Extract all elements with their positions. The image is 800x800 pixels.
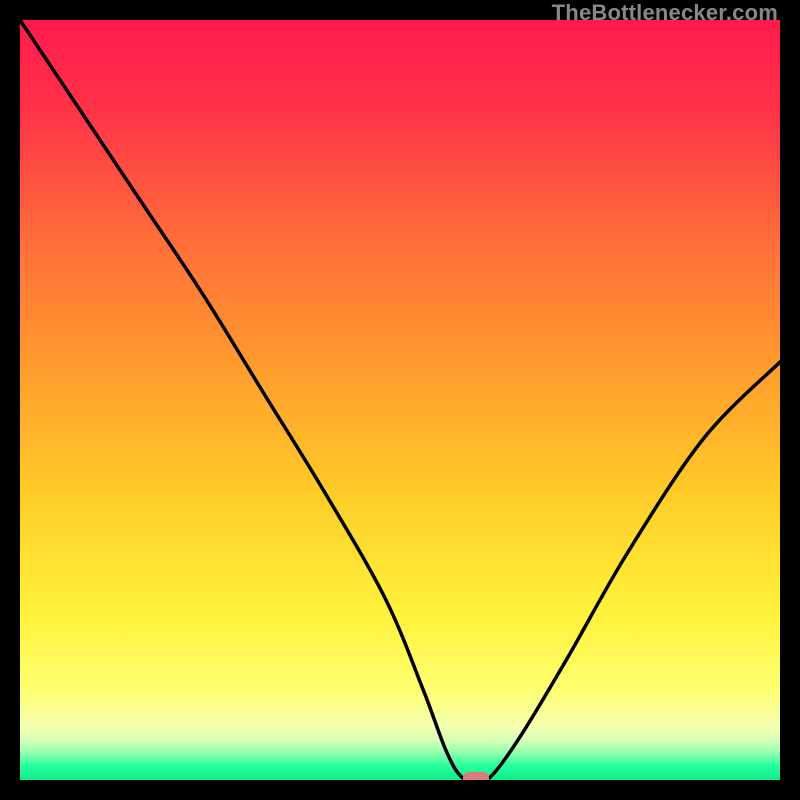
chart-container: TheBottlenecker.com xyxy=(0,0,800,800)
plot-area xyxy=(20,20,780,780)
optimal-marker xyxy=(463,772,489,780)
chart-svg xyxy=(20,20,780,780)
gradient-background xyxy=(20,20,780,780)
watermark-text: TheBottlenecker.com xyxy=(552,0,778,26)
